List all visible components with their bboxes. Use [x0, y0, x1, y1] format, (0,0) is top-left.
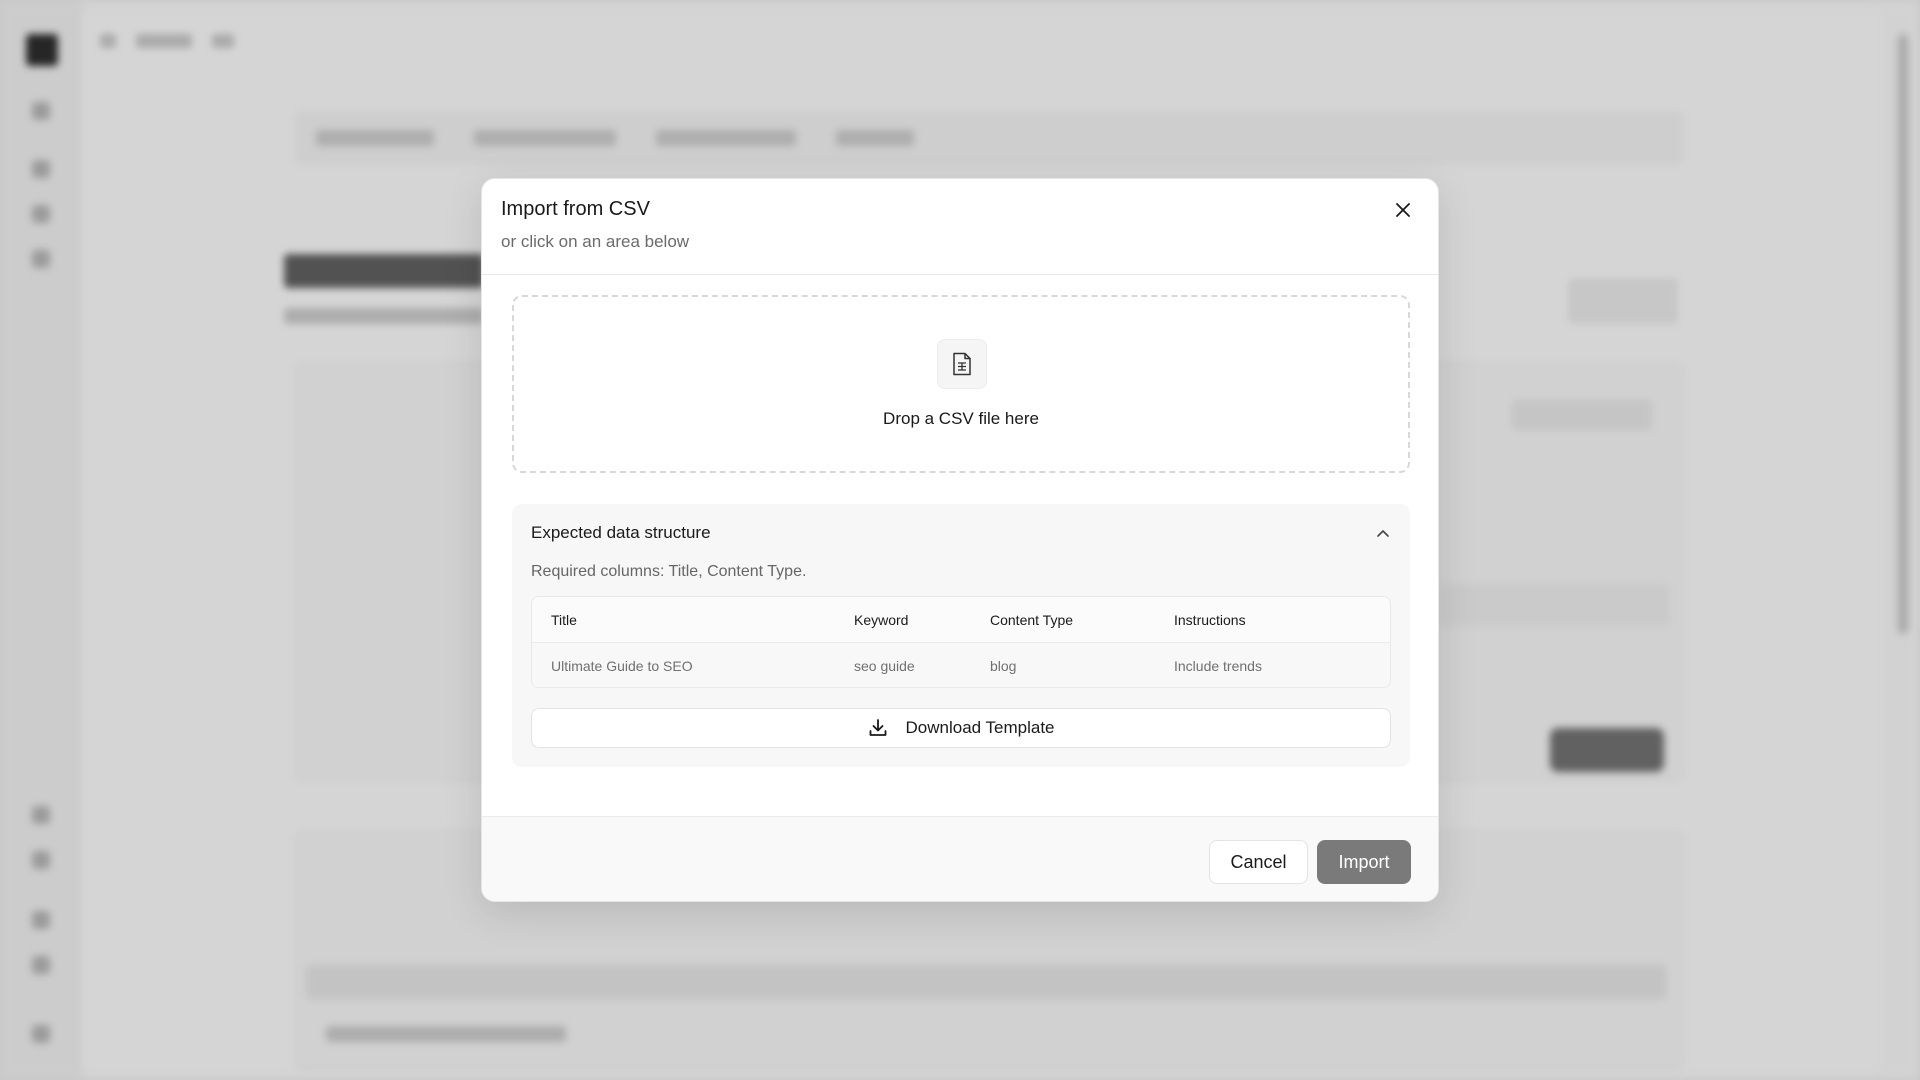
collapse-button[interactable]: [1372, 522, 1394, 544]
download-icon: [869, 719, 886, 736]
table-row: Ultimate Guide to SEO seo guide blog Inc…: [532, 643, 1390, 687]
dialog-title: Import from CSV: [501, 198, 650, 220]
table-header-row: Title Keyword Content Type Instructions: [532, 597, 1390, 643]
import-button[interactable]: Import: [1317, 840, 1411, 884]
cancel-button[interactable]: Cancel: [1209, 840, 1308, 884]
structure-title: Expected data structure: [531, 523, 711, 542]
table-cell: seo guide: [854, 658, 915, 674]
csv-dropzone[interactable]: Drop a CSV file here: [512, 295, 1410, 473]
close-button[interactable]: [1388, 195, 1418, 225]
table-cell: Ultimate Guide to SEO: [551, 658, 693, 674]
column-header: Content Type: [990, 611, 1074, 628]
import-csv-dialog: Import from CSV or click on an area belo…: [481, 178, 1439, 902]
expected-structure-panel: Expected data structure Required columns…: [512, 504, 1410, 767]
chevron-up-icon: [1377, 530, 1389, 537]
table-cell: Include trends: [1174, 658, 1262, 674]
table-cell: blog: [990, 658, 1017, 674]
close-icon: [1396, 203, 1410, 217]
column-header: Instructions: [1174, 611, 1246, 628]
dialog-header: Import from CSV or click on an area belo…: [482, 179, 1438, 275]
file-spreadsheet-icon: [937, 339, 987, 389]
column-header: Keyword: [854, 611, 909, 628]
dialog-footer: Cancel Import: [482, 816, 1438, 901]
sample-table: Title Keyword Content Type Instructions …: [531, 596, 1391, 688]
column-header: Title: [551, 611, 577, 628]
dialog-subtitle: or click on an area below: [501, 232, 690, 251]
download-template-label: Download Template: [905, 718, 1055, 737]
dropzone-label: Drop a CSV file here: [883, 409, 1039, 428]
download-template-button[interactable]: Download Template: [531, 708, 1391, 748]
required-columns-text: Required columns: Title, Content Type.: [531, 563, 807, 580]
